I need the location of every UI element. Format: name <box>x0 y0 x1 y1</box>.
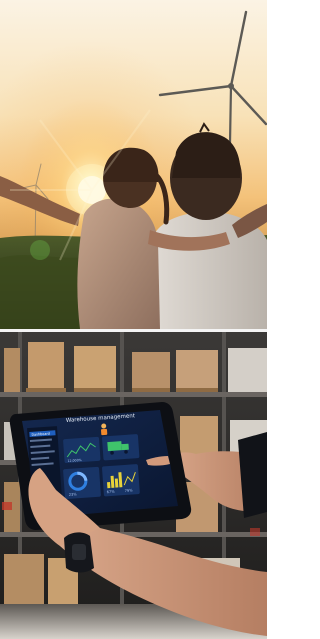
watch-icon <box>64 532 94 573</box>
sunset-scene <box>0 0 267 329</box>
sunset-wind-turbine-photo <box>0 0 267 329</box>
metric-value: 23% <box>69 492 78 497</box>
metric-value: 79% <box>125 488 134 493</box>
warehouse-scene: Warehouse management Dashboard 12,000% 2… <box>0 332 267 639</box>
metric-value: 67% <box>107 490 116 495</box>
warehouse-tablet-photo: Warehouse management Dashboard 12,000% 2… <box>0 332 267 639</box>
image-collage: Warehouse management Dashboard 12,000% 2… <box>0 0 267 639</box>
